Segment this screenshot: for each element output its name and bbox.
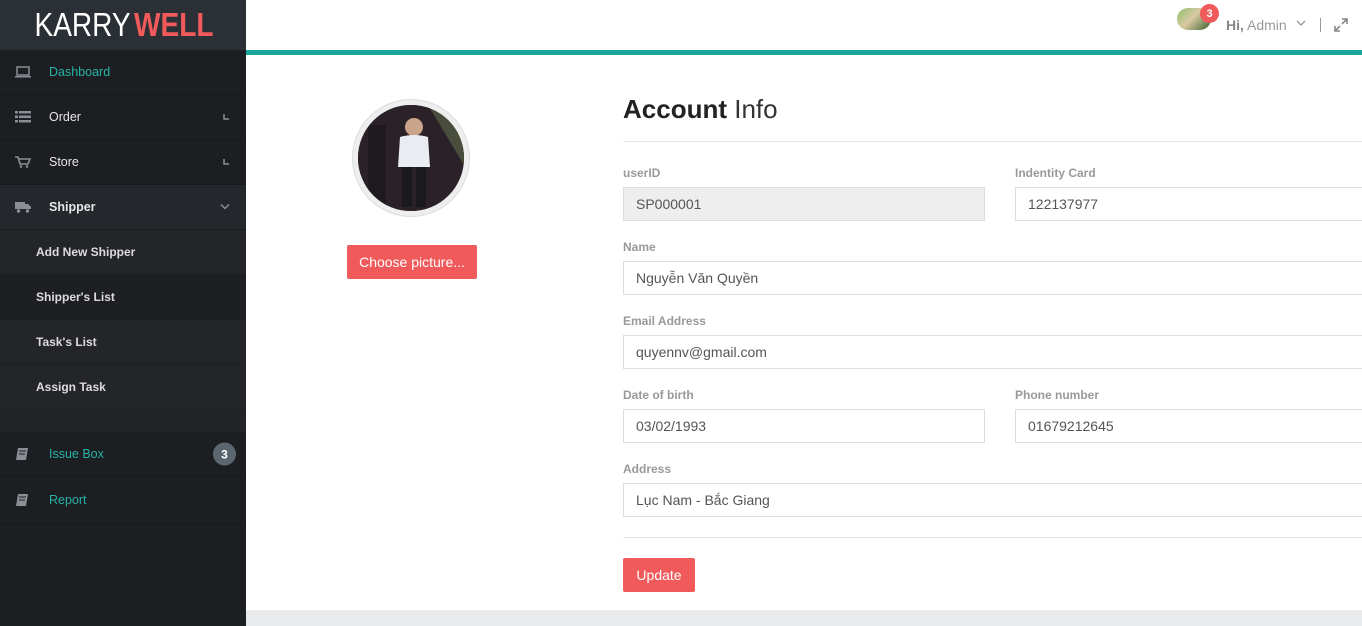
sidebar-item-report[interactable]: Report	[0, 477, 246, 524]
chevron-down-icon[interactable]	[1296, 20, 1306, 27]
sidebar: KARRY WELL Dashboard Order Store Shipper…	[0, 0, 246, 626]
logo[interactable]: KARRY WELL	[0, 0, 246, 50]
dob-field[interactable]: 03/02/1993	[623, 409, 985, 443]
submenu-item-shippers-list[interactable]: Shipper's List	[0, 275, 246, 320]
shipper-submenu: Add New Shipper Shipper's List Task's Li…	[0, 230, 246, 432]
header-divider	[1320, 18, 1321, 32]
sidebar-item-shipper[interactable]: Shipper	[0, 185, 246, 230]
issue-count-badge: 3	[213, 442, 236, 466]
list-icon	[15, 111, 31, 123]
sidebar-item-order[interactable]: Order	[0, 95, 246, 140]
sidebar-item-issue-box[interactable]: Issue Box 3	[0, 432, 246, 477]
fullscreen-icon[interactable]	[1334, 18, 1348, 32]
footer-bar	[246, 610, 1362, 626]
sidebar-item-label: Report	[49, 493, 87, 507]
address-field[interactable]: Lục Nam - Bắc Giang	[623, 483, 1362, 517]
title-light: Info	[734, 94, 778, 124]
logo-part1: KARRY	[34, 6, 131, 43]
book-icon	[16, 448, 28, 460]
sidebar-item-label: Shipper	[49, 200, 96, 214]
sidebar-item-label: Dashboard	[49, 65, 111, 79]
submenu-item-assign-task[interactable]: Assign Task	[0, 365, 246, 410]
cart-icon	[15, 156, 31, 168]
sidebar-item-label: Store	[49, 155, 79, 169]
laptop-icon	[15, 66, 31, 78]
update-button[interactable]: Update	[623, 558, 695, 592]
address-label: Address	[623, 462, 672, 476]
email-label: Email Address	[623, 314, 706, 328]
logo-part2: WELL	[133, 6, 214, 43]
identity-card-label: Indentity Card	[1015, 166, 1096, 180]
user-id-label: userID	[623, 166, 661, 180]
profile-photo	[358, 105, 464, 211]
name-field[interactable]: Nguyễn Văn Quyền	[623, 261, 1362, 295]
divider	[623, 141, 1362, 142]
page-title: Account Info	[623, 94, 778, 125]
title-bold: Account	[623, 94, 727, 124]
dob-label: Date of birth	[623, 388, 694, 402]
chevron-left-icon	[223, 159, 229, 165]
chevron-left-icon	[223, 114, 229, 120]
submenu-item-tasks-list[interactable]: Task's List	[0, 320, 246, 365]
name-label: Name	[623, 240, 656, 254]
book-icon	[16, 494, 28, 506]
divider	[623, 537, 1362, 538]
email-field[interactable]: quyennv@gmail.com	[623, 335, 1362, 369]
notification-badge: 3	[1200, 4, 1219, 23]
sidebar-item-store[interactable]: Store	[0, 140, 246, 185]
sidebar-item-label: Issue Box	[49, 447, 104, 461]
chevron-down-icon	[220, 203, 230, 210]
phone-field[interactable]: 01679212645	[1015, 409, 1362, 443]
user-id-field: SP000001	[623, 187, 985, 221]
submenu-item-add-new-shipper[interactable]: Add New Shipper	[0, 230, 246, 275]
truck-icon	[15, 202, 31, 213]
greeting: Hi,	[1226, 17, 1244, 33]
user-name: Admin	[1247, 17, 1287, 33]
profile-picture	[352, 99, 470, 217]
phone-label: Phone number	[1015, 388, 1100, 402]
user-menu[interactable]: Hi, Admin	[1226, 17, 1287, 33]
identity-card-field[interactable]: 122137977	[1015, 187, 1362, 221]
sidebar-item-label: Order	[49, 110, 81, 124]
sidebar-item-dashboard[interactable]: Dashboard	[0, 50, 246, 95]
choose-picture-button[interactable]: Choose picture...	[347, 245, 477, 279]
person-photo-icon	[358, 105, 464, 211]
